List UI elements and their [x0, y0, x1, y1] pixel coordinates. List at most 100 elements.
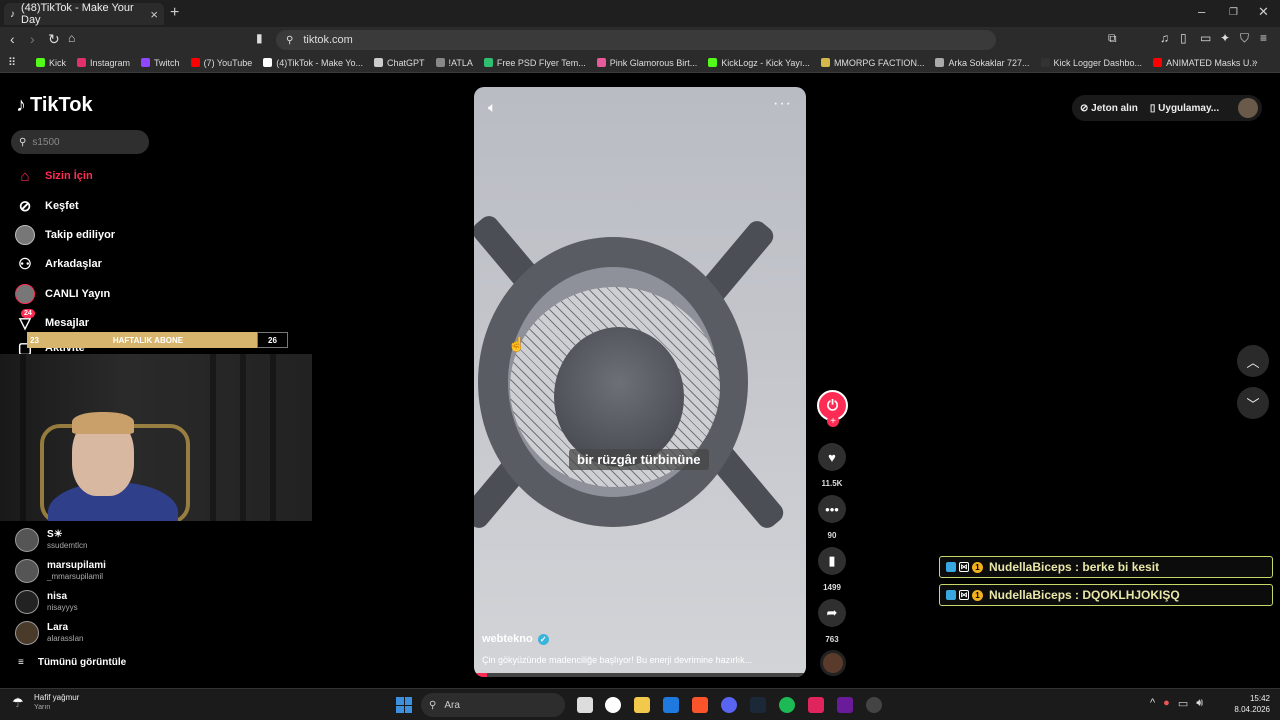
bookmark-item[interactable]: Kick [36, 58, 66, 68]
follow-button[interactable]: + [827, 415, 839, 427]
video-player[interactable]: bir rüzgâr türbinüne 🔈︎ ··· webtekno ✓ Ç… [474, 87, 806, 677]
comment-icon[interactable]: ••• [818, 495, 846, 523]
save-action[interactable]: ▮ 1499 [818, 547, 846, 592]
restore-icon[interactable]: ❐ [1229, 7, 1238, 18]
bookmark-item[interactable]: ChatGPT [373, 58, 425, 68]
bookmark-item[interactable]: Free PSD Flyer Tem... [483, 58, 586, 68]
sound-icon[interactable]: 🔈︎ [488, 99, 496, 116]
new-tab-button[interactable]: + [170, 4, 179, 22]
tiktok-logo[interactable]: ♪ TikTok [16, 94, 93, 117]
profile-avatar[interactable] [1238, 98, 1258, 118]
spotify-icon[interactable] [779, 697, 795, 713]
volume-icon[interactable]: 🔊︎ [1196, 697, 1203, 710]
nav-item-friends[interactable]: ⚇ Arkadaşlar [15, 254, 102, 274]
goal-target: 26 [257, 332, 288, 348]
search-icon: ⚲ [429, 699, 437, 711]
bookmark-item[interactable]: Pink Glamorous Birt... [596, 58, 697, 68]
bookmark-item[interactable]: Instagram [77, 58, 130, 68]
vpn-icon[interactable]: ⛉ [1240, 31, 1249, 46]
minimize-icon[interactable]: – [1198, 4, 1205, 19]
bookmark-icon[interactable]: ▮ [256, 31, 263, 45]
task-view-icon[interactable] [577, 697, 593, 713]
nav-item-following[interactable]: Takip ediliyor [15, 225, 115, 245]
bookmark-item[interactable]: Arka Sokaklar 727... [935, 58, 1030, 68]
forward-icon[interactable]: › [30, 31, 35, 47]
bookmark-item[interactable]: Kick Logger Dashbo... [1040, 58, 1142, 68]
comment-action[interactable]: ••• 90 [818, 495, 846, 540]
media-icon[interactable]: ♫ [1160, 31, 1169, 45]
sidebar-icon[interactable]: ▯ [1180, 31, 1187, 45]
share-action[interactable]: ➦ 763 [818, 599, 846, 644]
heart-icon[interactable]: ♥ [818, 443, 846, 471]
bookmark-item[interactable]: MMORPG FACTION... [820, 58, 924, 68]
nav-item-live[interactable]: CANLI Yayın [15, 284, 110, 304]
get-coins-button[interactable]: ⊘ Jeton alın [1080, 103, 1138, 114]
steam-icon[interactable] [605, 697, 621, 713]
reload-icon[interactable]: ↻ [48, 31, 60, 48]
bookmark-item[interactable]: KickLogz - Kick Yayı... [708, 58, 810, 68]
nav-item-explore[interactable]: ⊘ Keşfet [15, 196, 79, 216]
more-options-icon[interactable]: ··· [773, 95, 792, 113]
extensions-icon[interactable]: ⧉ [1108, 31, 1117, 46]
bookmark-item[interactable]: (4)TikTok - Make Yo... [263, 58, 363, 68]
bookmark-item[interactable]: ANIMATED Masks U... [1153, 58, 1257, 68]
share-icon[interactable]: ➦ [818, 599, 846, 627]
clock[interactable]: 15:42 8.04.2026 [1230, 693, 1270, 715]
more-bookmarks-icon[interactable]: » [1252, 57, 1258, 68]
menu-icon[interactable]: ≡ [1260, 31, 1267, 45]
site-info-icon[interactable]: ⚲ [286, 35, 293, 46]
account-name: S☀ [47, 529, 63, 540]
address-bar[interactable]: ⚲ tiktok.com [276, 30, 996, 50]
file-explorer-icon[interactable] [634, 697, 650, 713]
steam-client-icon[interactable] [750, 697, 766, 713]
music-disc-icon[interactable] [820, 650, 846, 676]
home-icon: ⌂ [20, 167, 30, 185]
apps-grid-icon[interactable]: ⠿ [8, 56, 16, 69]
video-author[interactable]: webtekno ✓ [482, 633, 549, 645]
like-action[interactable]: ♥ 11.5K [818, 443, 846, 488]
bookmark-icon[interactable]: ▮ [818, 547, 846, 575]
get-app-button[interactable]: ▯ Uygulamay... [1150, 103, 1219, 114]
wallet-icon[interactable]: ▭ [1200, 31, 1211, 45]
opera-icon[interactable] [808, 697, 824, 713]
close-tab-icon[interactable]: × [150, 7, 158, 22]
bookmark-item[interactable]: !ATLA [435, 58, 473, 68]
previous-video-button[interactable]: ︿ [1237, 345, 1269, 377]
microphone-icon[interactable]: ● [1163, 697, 1170, 710]
search-input[interactable]: ⚲ s1500 [11, 130, 149, 154]
video-description[interactable]: Çin gökyüzünde madenciliğe başlıyor! Bu … [482, 655, 752, 665]
save-count: 1499 [823, 583, 841, 592]
ai-icon[interactable]: ✦ [1220, 31, 1230, 45]
bookmark-favicon-icon [708, 58, 718, 67]
start-button[interactable] [396, 697, 412, 713]
brave-icon[interactable] [692, 697, 708, 713]
discord-icon[interactable] [721, 697, 737, 713]
display-icon[interactable]: ▭ [1178, 697, 1188, 710]
home-icon[interactable]: ⌂ [68, 31, 75, 45]
taskbar-search[interactable]: ⚲ Ara [421, 693, 565, 717]
followed-account[interactable]: nisa nisayyys [15, 590, 78, 614]
weather-widget[interactable]: ☂ Hafif yağmur Yarın [12, 693, 79, 712]
bookmark-favicon-icon [373, 58, 383, 67]
bookmark-item[interactable]: (7) YouTube [190, 58, 252, 68]
followed-account[interactable]: Lara alarasslan [15, 621, 83, 645]
settings-icon[interactable] [866, 697, 882, 713]
store-icon[interactable] [663, 697, 679, 713]
back-icon[interactable]: ‹ [10, 31, 15, 47]
next-app-icon[interactable] [837, 697, 853, 713]
chevron-up-icon[interactable]: ^ [1150, 697, 1155, 710]
phone-icon: ▯ [1149, 102, 1156, 114]
bookmark-item[interactable]: Twitch [141, 58, 180, 68]
nav-label: Keşfet [45, 200, 79, 212]
nav-item-messages[interactable]: ▽ 24 Mesajlar [15, 309, 89, 333]
browser-tab[interactable]: ♪ (48)TikTok - Make Your Day × [4, 2, 164, 26]
next-video-button[interactable]: ﹀ [1237, 387, 1269, 419]
followed-account[interactable]: marsupilami _mmarsupilamil [15, 559, 106, 583]
video-progress-bar[interactable] [474, 673, 806, 677]
bookmark-favicon-icon [1153, 58, 1163, 67]
nav-label: Arkadaşlar [45, 258, 102, 270]
see-all-link[interactable]: ≡ Tümünü görüntüle [18, 657, 126, 668]
close-window-icon[interactable]: ✕ [1258, 4, 1269, 20]
nav-item-for-you[interactable]: ⌂ Sizin İçin [15, 166, 92, 186]
followed-account[interactable]: S☀ ssudemtlcn [15, 528, 87, 552]
